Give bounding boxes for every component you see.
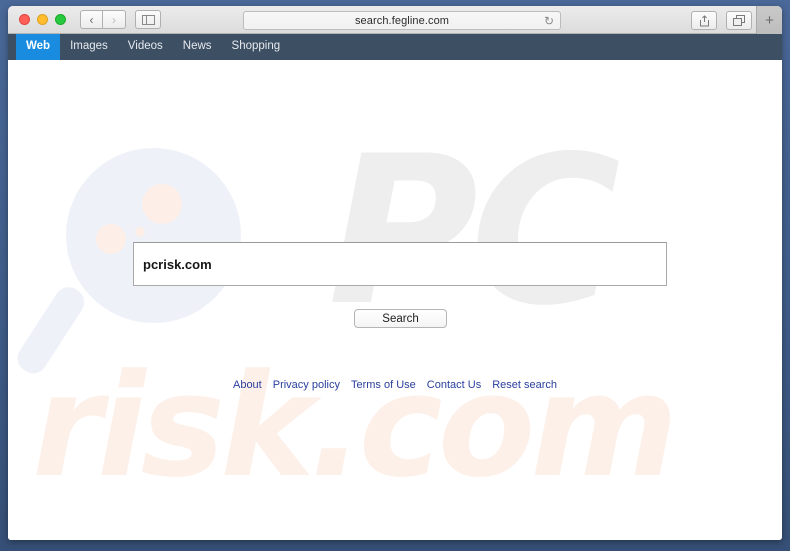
nav-item-label: Web xyxy=(26,40,51,53)
nav-item-news[interactable]: News xyxy=(173,34,222,60)
nav-item-images[interactable]: Images xyxy=(60,34,118,60)
share-icon xyxy=(699,14,710,27)
forward-button[interactable]: › xyxy=(103,10,126,29)
page-content: PC risk.com Search About Privacy policy … xyxy=(8,60,782,540)
url-text: search.fegline.com xyxy=(354,14,450,27)
show-all-tabs-button[interactable] xyxy=(726,11,752,30)
nav-item-web[interactable]: Web xyxy=(16,34,61,60)
magnifier-dot xyxy=(142,184,182,224)
desktop-background: ‹ › search.fegline.com ↻ + Web Images Vi… xyxy=(0,0,790,551)
risk-watermark-text: risk.com xyxy=(32,344,678,509)
share-button[interactable] xyxy=(691,11,717,30)
chevron-left-icon: ‹ xyxy=(89,12,94,27)
nav-item-label: Videos xyxy=(127,40,163,53)
sidebar-icon xyxy=(141,14,155,25)
site-navigation-bar: Web Images Videos News Shopping xyxy=(8,34,782,60)
footer-link-terms-of-use[interactable]: Terms of Use xyxy=(351,380,416,391)
nav-item-label: News xyxy=(182,40,212,53)
footer-links: About Privacy policy Terms of Use Contac… xyxy=(8,380,782,391)
minimize-window-button[interactable] xyxy=(37,14,48,25)
footer-link-privacy-policy[interactable]: Privacy policy xyxy=(273,380,340,391)
browser-window: ‹ › search.fegline.com ↻ + Web Images Vi… xyxy=(8,6,782,540)
window-traffic-lights xyxy=(19,14,66,25)
show-all-tabs-icon xyxy=(733,15,745,26)
magnifier-handle xyxy=(12,281,90,379)
reload-icon[interactable]: ↻ xyxy=(544,15,554,27)
navigation-buttons: ‹ › xyxy=(80,10,126,29)
footer-link-about[interactable]: About xyxy=(233,380,262,391)
footer-link-contact-us[interactable]: Contact Us xyxy=(427,380,481,391)
close-window-button[interactable] xyxy=(19,14,30,25)
pc-watermark-text: PC xyxy=(328,113,621,351)
search-button[interactable]: Search xyxy=(354,309,447,328)
sidebar-toggle-button[interactable] xyxy=(135,10,161,29)
maximize-window-button[interactable] xyxy=(55,14,66,25)
footer-link-reset-search[interactable]: Reset search xyxy=(492,380,557,391)
magnifier-dot xyxy=(96,224,126,254)
back-button[interactable]: ‹ xyxy=(80,10,103,29)
search-input[interactable] xyxy=(133,242,667,286)
nav-item-label: Shopping xyxy=(231,40,281,53)
new-tab-button[interactable]: + xyxy=(756,6,782,34)
magnifier-dot xyxy=(135,227,145,237)
plus-icon: + xyxy=(765,11,774,29)
nav-item-label: Images xyxy=(70,40,108,53)
browser-toolbar: ‹ › search.fegline.com ↻ + xyxy=(8,6,782,34)
address-bar[interactable]: search.fegline.com ↻ xyxy=(243,11,561,30)
toolbar-right-buttons xyxy=(691,11,752,30)
magnifier-glass xyxy=(66,148,241,323)
chevron-right-icon: › xyxy=(112,12,116,27)
nav-item-shopping[interactable]: Shopping xyxy=(222,34,291,60)
nav-item-videos[interactable]: Videos xyxy=(118,34,173,60)
